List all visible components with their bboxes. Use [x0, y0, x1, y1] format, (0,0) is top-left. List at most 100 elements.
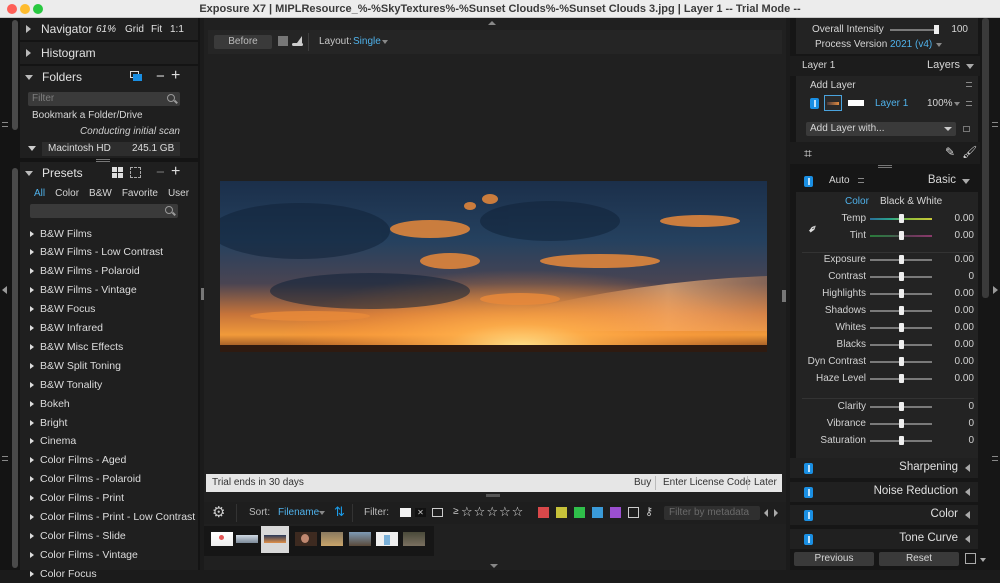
bw-mode-tab[interactable]: Black & White — [880, 196, 942, 207]
chevron-down-icon[interactable] — [954, 102, 960, 106]
sort-select[interactable]: Filename — [278, 507, 319, 518]
slider-track[interactable] — [870, 402, 932, 411]
slider-knob[interactable] — [898, 289, 904, 298]
folders-header[interactable]: Folders − + — [20, 66, 198, 88]
layer-name[interactable]: Layer 1 — [875, 98, 908, 109]
preset-tab-bw[interactable]: B&W — [89, 188, 112, 199]
remove-folder-icon[interactable]: − — [156, 69, 165, 84]
overall-intensity-slider[interactable] — [890, 25, 939, 34]
section-tone-curve[interactable]: Tone Curve — [790, 529, 978, 550]
color-label-swatch[interactable] — [538, 507, 549, 518]
layer-opacity[interactable]: 100% — [927, 98, 953, 109]
preset-item[interactable]: Color Films - Print - Low Contrast — [30, 508, 195, 527]
minimize-window-button[interactable] — [20, 4, 30, 14]
thumbnail-selected[interactable] — [264, 535, 286, 543]
slider-value[interactable]: 0 — [968, 418, 974, 429]
rating-operator[interactable]: ≥ — [453, 506, 459, 517]
preset-item[interactable]: B&W Split Toning — [30, 356, 121, 375]
chevron-down-icon[interactable] — [980, 558, 986, 562]
slider-track[interactable] — [870, 272, 932, 281]
star-icon[interactable]: ☆ — [461, 504, 474, 519]
right-collapse-handle[interactable] — [992, 122, 998, 127]
chevron-down-icon[interactable] — [382, 40, 388, 44]
folder-sync-icon[interactable] — [130, 71, 142, 81]
bookmark-folder-link[interactable]: Bookmark a Folder/Drive — [32, 110, 143, 121]
preset-search-input[interactable] — [30, 204, 178, 218]
layer-visibility-toggle[interactable] — [810, 98, 819, 109]
add-layer-with-select[interactable]: Add Layer with... — [806, 122, 956, 136]
preset-item[interactable]: Color Focus — [30, 564, 97, 583]
preset-item[interactable]: B&W Infrared — [30, 319, 103, 338]
slider-value[interactable]: 0 — [968, 401, 974, 412]
panel-resize-handle[interactable] — [878, 165, 892, 168]
navigator-header[interactable]: Navigator 61% Grid Fit 1:1 — [20, 18, 198, 40]
slider-track[interactable] — [870, 231, 932, 240]
menu-icon[interactable] — [966, 82, 972, 87]
slider-track[interactable] — [870, 340, 932, 349]
chevron-down-icon[interactable] — [966, 64, 974, 69]
star-icon[interactable]: ☆ — [499, 504, 512, 519]
preset-tab-favorite[interactable]: Favorite — [122, 188, 158, 199]
preset-item[interactable]: Color Films - Slide — [30, 526, 126, 545]
preset-item[interactable]: Bokeh — [30, 394, 70, 413]
layer-options-icon[interactable] — [963, 126, 970, 132]
preset-item[interactable]: B&W Focus — [30, 300, 95, 319]
left-collapse-handle[interactable] — [2, 122, 8, 127]
slider-track[interactable] — [870, 306, 932, 315]
reset-button[interactable]: Reset — [879, 552, 959, 566]
slider-knob[interactable] — [933, 25, 939, 34]
navigator-zoom[interactable]: 61% — [96, 24, 116, 35]
chevron-down-icon[interactable] — [319, 511, 325, 515]
brush-icon[interactable]: 🖌 — [962, 145, 977, 159]
no-color-label-swatch[interactable] — [628, 507, 639, 518]
process-version-select[interactable]: 2021 (v4) — [890, 39, 932, 50]
slider-knob[interactable] — [898, 419, 904, 428]
preset-item[interactable]: Color Films - Print — [30, 489, 124, 508]
add-layer-button[interactable]: Add Layer — [810, 80, 856, 91]
later-link[interactable]: Later — [754, 477, 777, 488]
basic-title[interactable]: Basic — [928, 174, 956, 186]
thumbnail[interactable] — [211, 532, 233, 546]
histogram-header[interactable]: Histogram — [20, 42, 198, 64]
section-sharpening[interactable]: Sharpening — [790, 458, 978, 478]
auto-button[interactable]: Auto — [829, 175, 850, 186]
metadata-filter-input[interactable]: Filter by metadata — [664, 506, 760, 520]
slider-track[interactable] — [870, 419, 932, 428]
flag-rejected-icon[interactable]: ✕ — [415, 508, 426, 517]
preset-item[interactable]: B&W Films - Low Contrast — [30, 243, 163, 262]
preset-item[interactable]: B&W Tonality — [30, 375, 102, 394]
left-scrollbar-presets[interactable] — [12, 168, 18, 568]
section-noise-reduction[interactable]: Noise Reduction — [790, 481, 978, 502]
flag-picked-icon[interactable] — [400, 508, 411, 517]
slider-knob[interactable] — [898, 402, 904, 411]
preset-item[interactable]: Color Films - Polaroid — [30, 470, 141, 489]
color-label-swatch[interactable] — [556, 507, 567, 518]
slider-value[interactable]: 0.00 — [955, 230, 974, 241]
layer-mask-thumbnail[interactable] — [848, 100, 864, 106]
slider-value[interactable]: 0.00 — [955, 305, 974, 316]
healing-brush-icon[interactable]: ✎ — [945, 145, 955, 159]
thumbnail[interactable] — [403, 532, 425, 546]
before-button[interactable]: Before — [214, 35, 272, 49]
slider-track[interactable] — [870, 374, 932, 383]
slider-knob[interactable] — [898, 374, 904, 383]
section-color[interactable]: Color — [790, 505, 978, 526]
star-icon[interactable]: ☆ — [474, 504, 487, 519]
flag-unflagged-icon[interactable] — [432, 508, 443, 517]
color-label-swatch[interactable] — [574, 507, 585, 518]
right-panel-toggle-icon[interactable] — [993, 286, 998, 294]
preset-item[interactable]: B&W Films - Polaroid — [30, 262, 140, 281]
layer-thumbnail[interactable] — [824, 95, 842, 111]
add-preset-icon[interactable]: + — [171, 164, 180, 180]
thumbnail[interactable] — [349, 532, 371, 546]
right-scrollbar[interactable] — [982, 18, 989, 298]
auto-menu-icon[interactable] — [858, 178, 864, 183]
layout-select[interactable]: Single — [353, 36, 381, 47]
buy-link[interactable]: Buy — [634, 477, 651, 488]
preset-tab-all[interactable]: All — [34, 188, 45, 199]
color-label-swatch[interactable] — [610, 507, 621, 518]
slider-value[interactable]: 0 — [968, 271, 974, 282]
preset-tab-color[interactable]: Color — [55, 188, 79, 199]
slider-value[interactable]: 0.00 — [955, 254, 974, 265]
maximize-window-button[interactable] — [33, 4, 43, 14]
